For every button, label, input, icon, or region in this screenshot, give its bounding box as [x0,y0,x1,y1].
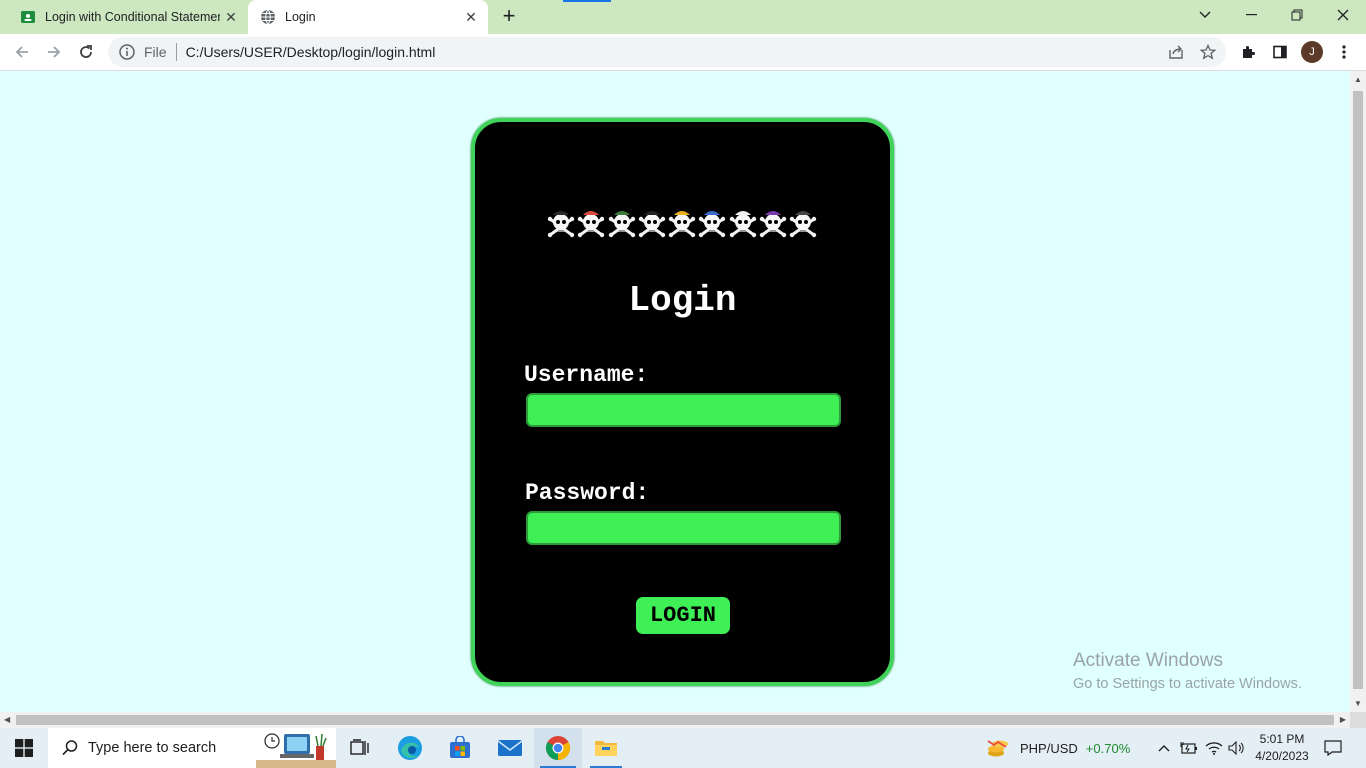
ticker-change: +0.70% [1085,740,1131,756]
globe-icon [261,9,275,25]
tab-login[interactable]: Login ✕ [248,0,488,34]
tab-title: Login with Conditional Statement [45,10,220,24]
site-info-icon[interactable] [118,43,136,61]
jolly-roger-icon [789,211,817,238]
profile-avatar[interactable]: J [1301,41,1323,63]
scheme-label: File [144,44,167,60]
wifi-icon[interactable] [1203,728,1225,768]
vertical-scrollbar[interactable]: ▲ ▼ [1350,71,1366,712]
watermark-line1: Activate Windows [1073,650,1223,671]
scrollbar-thumb[interactable] [16,715,1334,725]
volume-icon[interactable] [1226,728,1248,768]
scroll-left-icon[interactable]: ◀ [4,715,10,724]
mail-icon[interactable] [486,728,534,768]
login-button[interactable]: LOGIN [636,597,730,634]
ticker-symbol: PHP/USD [1020,740,1078,756]
loading-indicator [563,0,611,2]
reload-icon[interactable] [74,40,98,64]
activate-windows-watermark: Activate Windows Go to Settings to activ… [1073,650,1302,692]
classroom-icon [21,11,35,23]
coins-icon [987,740,1008,757]
microsoft-store-icon[interactable] [436,728,484,768]
system-clock[interactable]: 5:01 PM 4/20/2023 [1252,731,1312,765]
taskbar-search[interactable]: Type here to search [48,728,336,768]
restore-icon[interactable] [1274,0,1320,30]
tab-title: Login [285,10,316,24]
jolly-roger-icon [668,211,696,238]
minimize-icon[interactable] [1228,0,1274,30]
start-button[interactable] [0,728,48,768]
jolly-roger-icon [578,211,605,238]
username-input[interactable] [526,393,841,427]
jolly-roger-icon [638,211,665,238]
task-view-icon[interactable] [336,728,384,768]
scroll-up-icon[interactable]: ▲ [1354,75,1362,84]
windows-logo-icon [15,739,33,757]
share-icon[interactable] [1164,40,1188,64]
jolly-roger-icon [547,211,575,238]
browser-toolbar: File C:/Users/USER/Desktop/login/login.h… [0,34,1366,71]
close-tab-icon[interactable]: ✕ [460,6,482,28]
jolly-roger-icon [759,211,786,238]
clock-date: 4/20/2023 [1255,749,1309,763]
scrollbar-corner [1350,712,1366,728]
search-icon [62,740,78,756]
username-label: Username: [524,362,649,388]
tab-login-conditional[interactable]: Login with Conditional Statement ✕ [8,0,248,34]
tab-search-icon[interactable] [1182,0,1228,30]
search-placeholder: Type here to search [88,740,217,756]
login-card: Login Username: Password: LOGIN [471,118,894,686]
scroll-down-icon[interactable]: ▼ [1354,699,1362,708]
stock-ticker-widget[interactable]: PHP/USD +0.70% [986,728,1146,768]
chrome-taskbar-icon[interactable] [534,728,582,768]
tab-strip: Login with Conditional Statement ✕ Login… [0,0,1366,34]
close-window-icon[interactable] [1320,0,1366,30]
separator [175,43,177,61]
extensions-icon[interactable] [1236,40,1260,64]
jolly-rogers-banner [547,202,817,242]
password-label: Password: [525,480,650,506]
close-tab-icon[interactable]: ✕ [220,6,242,28]
page-viewport: Login Username: Password: LOGIN Activate… [0,71,1350,712]
jolly-roger-icon [729,211,756,238]
menu-icon[interactable] [1332,40,1356,64]
file-explorer-icon[interactable] [584,728,628,768]
show-hidden-icons-icon[interactable] [1154,728,1174,768]
battery-icon[interactable] [1178,728,1200,768]
new-tab-button[interactable]: + [498,5,520,27]
jolly-roger-icon [608,211,635,238]
back-icon[interactable] [10,40,34,64]
side-panel-icon[interactable] [1268,40,1292,64]
forward-icon[interactable] [42,40,66,64]
login-title: Login [628,280,737,321]
url-text[interactable]: C:/Users/USER/Desktop/login/login.html [186,44,436,60]
notifications-icon[interactable] [1316,728,1350,768]
jolly-roger-icon [699,211,726,238]
clock-time: 5:01 PM [1259,732,1305,746]
scrollbar-thumb[interactable] [1353,91,1363,689]
edge-icon[interactable] [386,728,434,768]
search-highlight-illustration-icon [256,733,336,768]
horizontal-scrollbar[interactable]: ◀ ▶ [0,712,1350,728]
password-input[interactable] [526,511,841,545]
scroll-right-icon[interactable]: ▶ [1340,715,1346,724]
address-bar[interactable]: File C:/Users/USER/Desktop/login/login.h… [108,37,1226,67]
bookmark-star-icon[interactable] [1196,40,1220,64]
watermark-line2: Go to Settings to activate Windows. [1073,676,1302,692]
windows-taskbar: Type here to search PHP/USD +0.70% 5:01 … [0,728,1366,768]
